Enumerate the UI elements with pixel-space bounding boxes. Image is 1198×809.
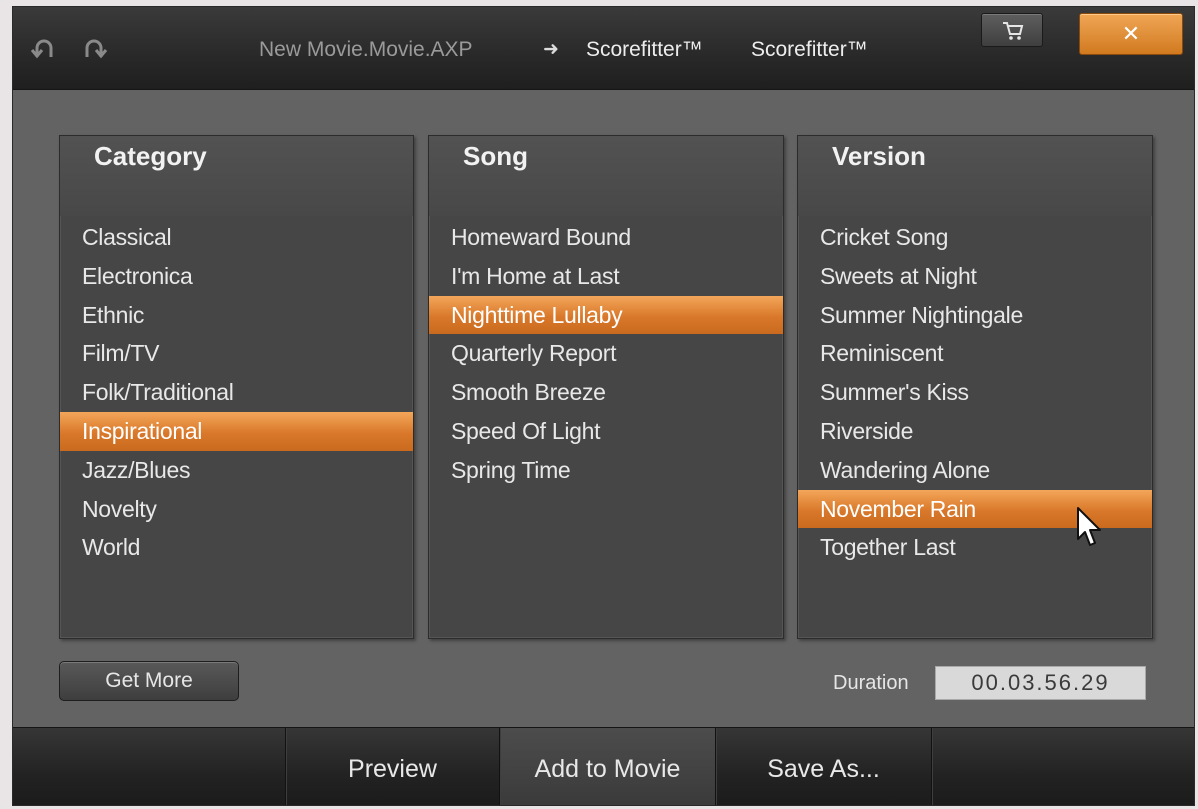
title-bar: New Movie.Movie.AXP ➜ Scorefitter™ Score… [13,7,1194,90]
category-item[interactable]: Film/TV [60,334,413,373]
action-bar: Preview Add to Movie Save As... [13,727,1194,805]
window-title: Scorefitter™ [751,38,868,61]
version-item[interactable]: Cricket Song [798,218,1152,257]
category-item[interactable]: Classical [60,218,413,257]
version-item[interactable]: Summer Nightingale [798,296,1152,335]
duration-label: Duration [833,672,909,694]
category-item[interactable]: Jazz/Blues [60,451,413,490]
version-panel: Version Cricket Song Sweets at Night Sum… [797,135,1153,639]
song-item[interactable]: Speed Of Light [429,412,783,451]
breadcrumb-tool: Scorefitter™ [586,38,703,61]
song-item[interactable]: Quarterly Report [429,334,783,373]
close-icon: ✕ [1121,21,1141,46]
version-item[interactable]: Summer's Kiss [798,373,1152,412]
version-item[interactable]: Wandering Alone [798,451,1152,490]
close-button[interactable]: ✕ [1079,13,1183,55]
category-item[interactable]: Novelty [60,490,413,529]
cart-button[interactable] [981,13,1043,47]
cart-icon [1003,22,1024,40]
version-item[interactable]: Reminiscent [798,334,1152,373]
song-item[interactable]: Homeward Bound [429,218,783,257]
song-item-selected[interactable]: Nighttime Lullaby [429,295,783,335]
song-panel: Song Homeward Bound I'm Home at Last Nig… [428,135,784,639]
scorefitter-window: New Movie.Movie.AXP ➜ Scorefitter™ Score… [12,6,1195,806]
category-item[interactable]: Folk/Traditional [60,373,413,412]
version-item[interactable]: Riverside [798,412,1152,451]
get-more-button[interactable]: Get More [59,661,239,701]
category-header: Category [60,136,413,216]
action-bar-spacer-left [13,728,285,805]
song-header: Song [429,136,783,216]
duration-field[interactable]: 00.03.56.29 [935,666,1146,700]
song-item[interactable]: Smooth Breeze [429,373,783,412]
category-item[interactable]: Ethnic [60,296,413,335]
category-panel: Category Classical Electronica Ethnic Fi… [59,135,414,639]
category-item-selected[interactable]: Inspirational [60,411,413,451]
breadcrumb-project: New Movie.Movie.AXP [259,38,473,61]
add-to-movie-button[interactable]: Add to Movie [499,728,715,805]
category-item[interactable]: Electronica [60,257,413,296]
song-list: Homeward Bound I'm Home at Last Nighttim… [429,218,783,490]
version-item[interactable]: Sweets at Night [798,257,1152,296]
song-item[interactable]: I'm Home at Last [429,257,783,296]
category-list: Classical Electronica Ethnic Film/TV Fol… [60,218,413,567]
save-as-button[interactable]: Save As... [715,728,931,805]
song-item[interactable]: Spring Time [429,451,783,490]
redo-icon[interactable] [79,35,109,65]
undo-icon[interactable] [29,35,59,65]
mouse-pointer-icon [1076,506,1102,553]
version-header: Version [798,136,1152,216]
action-bar-spacer-right [931,728,1194,805]
breadcrumb-arrow-icon: ➜ [543,39,559,60]
category-item[interactable]: World [60,528,413,567]
preview-button[interactable]: Preview [285,728,499,805]
